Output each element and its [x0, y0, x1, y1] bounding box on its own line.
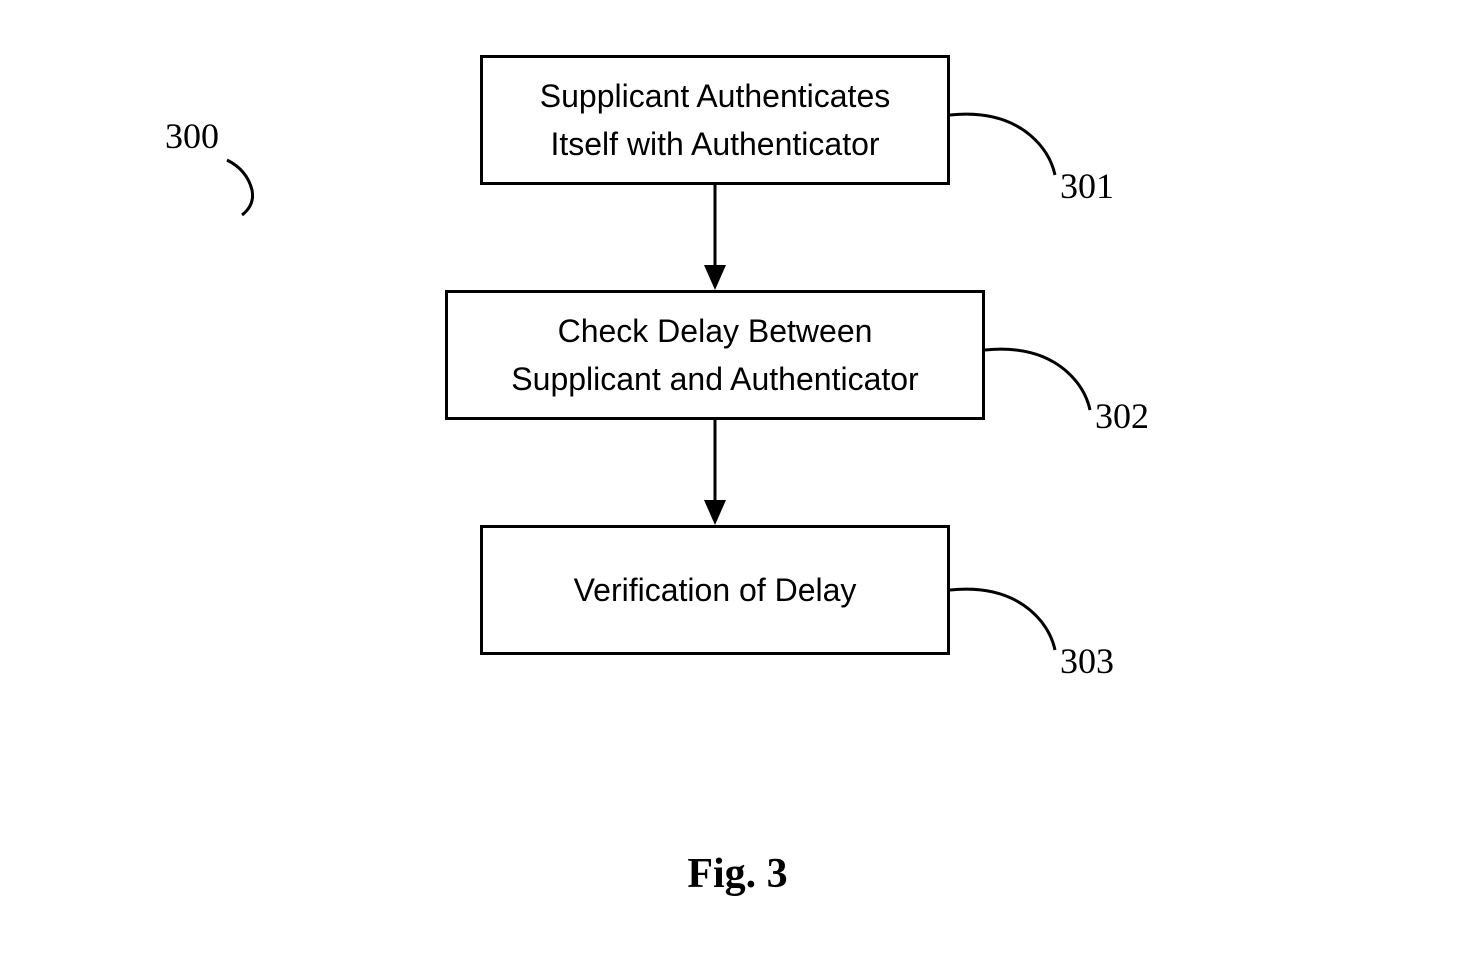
flowchart-step-2: Check Delay Between Supplicant and Authe…: [445, 290, 985, 420]
step-2-reference-tail: [985, 335, 1105, 425]
step-1-reference-tail: [950, 100, 1070, 190]
diagram-reference-number: 300: [165, 115, 219, 157]
arrow-2-to-3: [700, 420, 730, 530]
arrow-1-to-2: [700, 185, 730, 295]
step-3-reference-tail: [950, 575, 1070, 665]
diagram-reference-tail: [222, 155, 282, 225]
flowchart-step-3: Verification of Delay: [480, 525, 950, 655]
flowchart-step-3-text: Verification of Delay: [574, 566, 857, 614]
flowchart-step-1-text: Supplicant Authenticates Itself with Aut…: [540, 72, 890, 168]
figure-caption: Fig. 3: [0, 850, 1475, 898]
flowchart-step-2-text: Check Delay Between Supplicant and Authe…: [511, 307, 918, 403]
flowchart-step-1: Supplicant Authenticates Itself with Aut…: [480, 55, 950, 185]
